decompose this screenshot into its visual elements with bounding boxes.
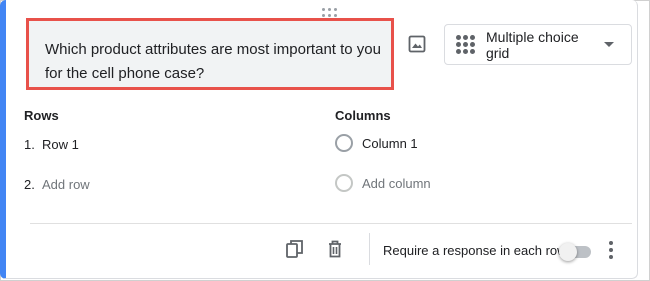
require-response-toggle[interactable] [559, 243, 591, 261]
row-label[interactable]: Row 1 [42, 137, 79, 152]
drag-handle-icon[interactable] [322, 8, 338, 18]
radio-circle-icon [335, 134, 353, 152]
chevron-down-icon [604, 42, 614, 47]
toggle-knob [559, 243, 577, 261]
question-title-field[interactable]: Which product attributes are most import… [26, 18, 394, 90]
require-response-label: Require a response in each row [383, 243, 567, 258]
duplicate-button[interactable] [283, 237, 307, 261]
grid-dots-icon [456, 34, 476, 55]
rows-heading: Rows [24, 108, 59, 123]
add-image-button[interactable] [406, 33, 428, 55]
row-item[interactable]: 1. Row 1 [24, 137, 79, 152]
delete-icon [329, 240, 341, 258]
add-row-label[interactable]: Add row [42, 177, 90, 192]
question-type-label: Multiple choice grid [486, 28, 579, 61]
add-row-item[interactable]: 2. Add row [24, 177, 90, 192]
column-item[interactable]: Column 1 [335, 134, 418, 152]
question-card: Which product attributes are most import… [0, 0, 638, 279]
row-number: 1. [24, 137, 35, 152]
question-type-dropdown[interactable]: Multiple choice grid [444, 24, 632, 65]
footer-separator [369, 233, 370, 265]
question-title-text[interactable]: Which product attributes are most import… [45, 38, 395, 86]
more-vert-icon[interactable] [604, 240, 618, 260]
footer-divider [30, 223, 632, 224]
columns-heading: Columns [335, 108, 391, 123]
column-label[interactable]: Column 1 [362, 136, 418, 151]
add-column-item[interactable]: Add column [335, 174, 431, 192]
delete-button[interactable] [323, 237, 347, 261]
radio-circle-icon [335, 174, 353, 192]
image-icon [408, 35, 426, 53]
add-column-label[interactable]: Add column [362, 176, 431, 191]
duplicate-icon [286, 240, 303, 258]
row-number: 2. [24, 177, 35, 192]
